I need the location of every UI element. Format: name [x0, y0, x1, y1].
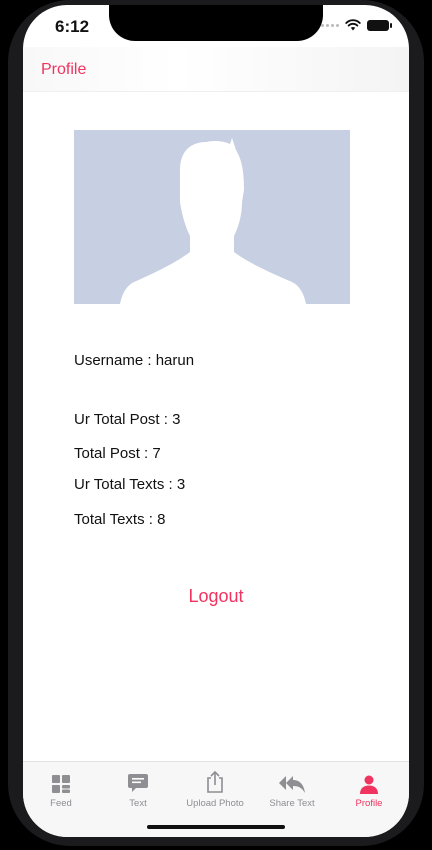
home-indicator — [147, 825, 285, 829]
wifi-icon — [345, 19, 361, 31]
username-label: Username : harun — [74, 352, 195, 369]
tab-text[interactable]: Text — [98, 770, 178, 809]
app-screen: 6:12 Profile Username : harun Ur Total P… — [23, 5, 409, 837]
status-icons — [321, 19, 392, 31]
speech-bubble-icon — [128, 774, 148, 792]
notch — [109, 5, 323, 41]
total-texts-label: Total Texts : 8 — [74, 511, 166, 528]
person-silhouette-icon — [120, 138, 306, 304]
avatar — [74, 130, 350, 304]
tab-share-text[interactable]: Share Text — [252, 770, 332, 809]
tab-feed-label: Feed — [50, 798, 72, 809]
tab-profile[interactable]: Profile — [329, 770, 409, 809]
tab-share-text-label: Share Text — [269, 798, 315, 809]
reply-all-icon — [279, 776, 305, 793]
ur-total-texts-label: Ur Total Texts : 3 — [74, 476, 186, 493]
signal-dots-icon — [321, 23, 339, 27]
tab-upload-photo-label: Upload Photo — [186, 798, 244, 809]
total-post-label: Total Post : 7 — [74, 445, 161, 462]
tab-upload-photo[interactable]: Upload Photo — [175, 770, 255, 809]
tab-feed[interactable]: Feed — [23, 770, 101, 809]
navigation-bar: Profile — [23, 47, 409, 92]
share-upload-icon — [207, 770, 223, 793]
person-icon — [360, 775, 378, 794]
ur-total-post-label: Ur Total Post : 3 — [74, 411, 181, 428]
nav-title: Profile — [41, 61, 87, 78]
tab-profile-label: Profile — [355, 798, 383, 809]
logout-button[interactable]: Logout — [23, 586, 409, 607]
tab-text-label: Text — [129, 798, 147, 809]
status-time: 6:12 — [55, 17, 90, 36]
battery-icon — [367, 19, 392, 31]
grid-icon — [52, 775, 70, 793]
